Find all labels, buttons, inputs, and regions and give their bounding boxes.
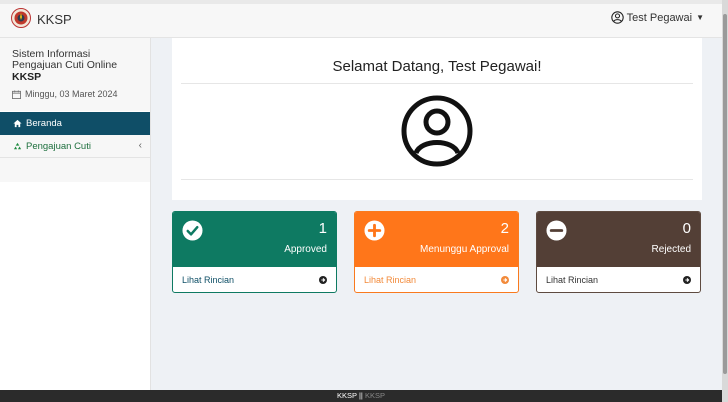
home-icon [13,119,22,128]
kksp-logo[interactable] [11,8,31,28]
caret-down-icon: ▼ [696,13,704,22]
approved-count: 1 [318,220,327,237]
user-avatar-icon [401,95,473,167]
detail-link-text: Lihat Rincian [364,275,417,285]
divider [181,179,693,180]
rejected-label: Rejected [651,244,691,255]
arrow-circle-right-icon [319,276,327,284]
pending-label: Menunggu Approval [420,244,509,255]
sidebar-item-label: Beranda [26,118,62,129]
app-title: Sistem Informasi Pengajuan Cuti Online [12,48,118,71]
divider [181,83,693,84]
detail-link-text: Lihat Rincian [182,275,235,285]
welcome-title: Selamat Datang, Test Pegawai! [332,58,542,75]
sidebar-item-pengajuan-cuti[interactable]: Pengajuan Cuti ‹ [0,135,150,158]
welcome-panel: Selamat Datang, Test Pegawai! [172,38,702,200]
rejected-detail-link[interactable]: Lihat Rincian [537,267,700,292]
sidebar-spacer [0,158,150,182]
date-text: Minggu, 03 Maret 2024 [25,89,118,99]
sidebar-item-label: Pengajuan Cuti [26,140,91,152]
minus-circle-icon [546,220,567,241]
org-name: KKSP [12,71,42,83]
sidebar: Sistem Informasi Pengajuan Cuti Online K… [0,38,151,390]
card-header: 0 Rejected [537,212,700,267]
approved-label: Approved [284,244,327,255]
footer: KKSP || KKSP [0,390,722,402]
card-header: 1 Approved [173,212,336,267]
arrow-circle-right-icon [683,276,691,284]
plus-circle-icon [364,220,385,241]
sidebar-info: Sistem Informasi Pengajuan Cuti Online K… [0,38,150,111]
vertical-scrollbar[interactable] [722,0,728,402]
top-navbar: KKSP Test Pegawai ▼ [0,0,722,38]
scrollbar-thumb[interactable] [723,14,727,374]
rejected-count: 0 [682,220,691,237]
sidebar-item-beranda[interactable]: Beranda [0,112,150,135]
approved-card: 1 Approved Lihat Rincian [172,211,337,293]
brand-name[interactable]: KKSP [37,12,72,27]
user-name: Test Pegawai [626,11,693,24]
footer-left-text: KKSP || [337,391,363,400]
rejected-card: 0 Rejected Lihat Rincian [536,211,701,293]
pending-detail-link[interactable]: Lihat Rincian [355,267,518,292]
chevron-left-icon: ‹ [138,140,142,151]
user-menu-dropdown[interactable]: Test Pegawai ▼ [610,11,704,24]
approved-detail-link[interactable]: Lihat Rincian [173,267,336,292]
user-circle-icon [610,11,624,24]
current-date: Minggu, 03 Maret 2024 [12,89,138,99]
pending-count: 2 [500,220,509,237]
card-header: 2 Menunggu Approval [355,212,518,267]
footer-right-text: KKSP [364,391,385,400]
detail-link-text: Lihat Rincian [546,275,599,285]
pending-card: 2 Menunggu Approval Lihat Rincian [354,211,519,293]
arrow-circle-right-icon [501,276,509,284]
calendar-icon [12,89,21,99]
check-circle-icon [182,220,203,241]
recycle-icon [13,142,22,149]
main-content: Selamat Datang, Test Pegawai! 1 Approved… [151,38,722,390]
